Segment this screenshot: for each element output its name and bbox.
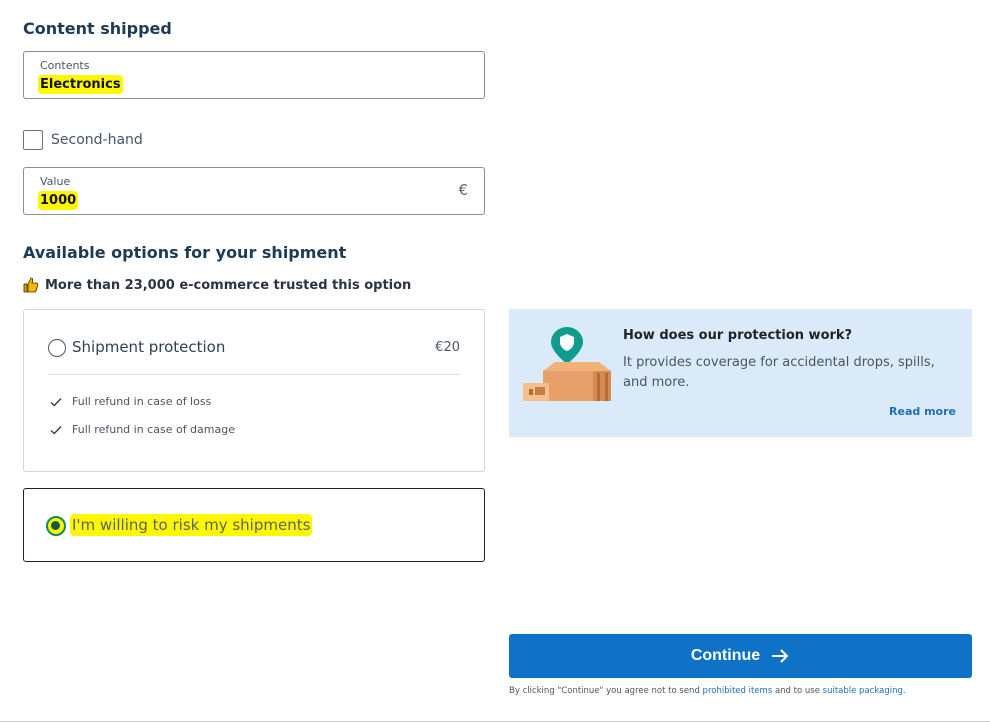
card-divider xyxy=(48,374,460,375)
check-icon xyxy=(50,425,62,434)
second-hand-checkbox-row[interactable]: Second-hand xyxy=(23,130,143,150)
trusted-badge: More than 23,000 e-commerce trusted this… xyxy=(23,277,411,293)
legal-suffix: . xyxy=(902,686,906,696)
suitable-packaging-link[interactable]: suitable packaging xyxy=(823,686,903,696)
content-shipped-title: Content shipped xyxy=(23,19,172,38)
bottom-divider xyxy=(0,721,990,722)
info-text: It provides coverage for accidental drop… xyxy=(623,355,935,390)
shipment-protection-radio[interactable] xyxy=(48,339,66,357)
second-hand-checkbox[interactable] xyxy=(23,130,43,150)
risk-option-card[interactable]: I'm willing to risk my shipments xyxy=(23,488,485,562)
feature-item: Full refund in case of loss xyxy=(50,395,211,408)
check-icon xyxy=(50,397,62,406)
package-shield-illustration xyxy=(523,327,611,401)
risk-option-radio[interactable] xyxy=(46,516,66,536)
continue-label: Continue xyxy=(690,647,761,664)
shipment-protection-label: Shipment protection xyxy=(72,338,226,356)
euro-currency-icon: € xyxy=(458,181,468,199)
feature-item: Full refund in case of damage xyxy=(50,423,235,436)
prohibited-items-link[interactable]: prohibited items xyxy=(703,686,773,696)
risk-option-label: I'm willing to risk my shipments xyxy=(72,516,311,534)
feature-label: Full refund in case of loss xyxy=(72,395,212,408)
contents-value[interactable]: Electronics xyxy=(40,77,121,92)
protection-info-box: How does our protection work? It provide… xyxy=(509,309,972,437)
contents-label: Contents xyxy=(40,59,90,72)
arrow-right-icon xyxy=(772,649,789,663)
thumbs-up-icon xyxy=(23,277,39,293)
contents-field[interactable]: Contents Electronics xyxy=(23,51,485,99)
legal-text: By clicking "Continue" you agree not to … xyxy=(509,686,906,696)
second-hand-label: Second-hand xyxy=(51,132,143,148)
value-label: Value xyxy=(40,175,71,188)
value-field[interactable]: Value 1000 € xyxy=(23,167,485,215)
value-value[interactable]: 1000 xyxy=(40,193,77,208)
legal-middle: and to use xyxy=(772,686,823,696)
legal-prefix: By clicking "Continue" you agree not to … xyxy=(509,686,703,696)
info-title: How does our protection work? xyxy=(623,328,853,343)
feature-label: Full refund in case of damage xyxy=(72,423,235,436)
read-more-link[interactable]: Read more xyxy=(889,405,956,418)
continue-button[interactable]: Continue xyxy=(509,634,972,678)
trusted-text: More than 23,000 e-commerce trusted this… xyxy=(45,277,412,293)
shipment-protection-price: €20 xyxy=(435,340,460,355)
options-title: Available options for your shipment xyxy=(23,243,347,262)
shipment-protection-card[interactable]: Shipment protection €20 Full refund in c… xyxy=(23,309,485,472)
